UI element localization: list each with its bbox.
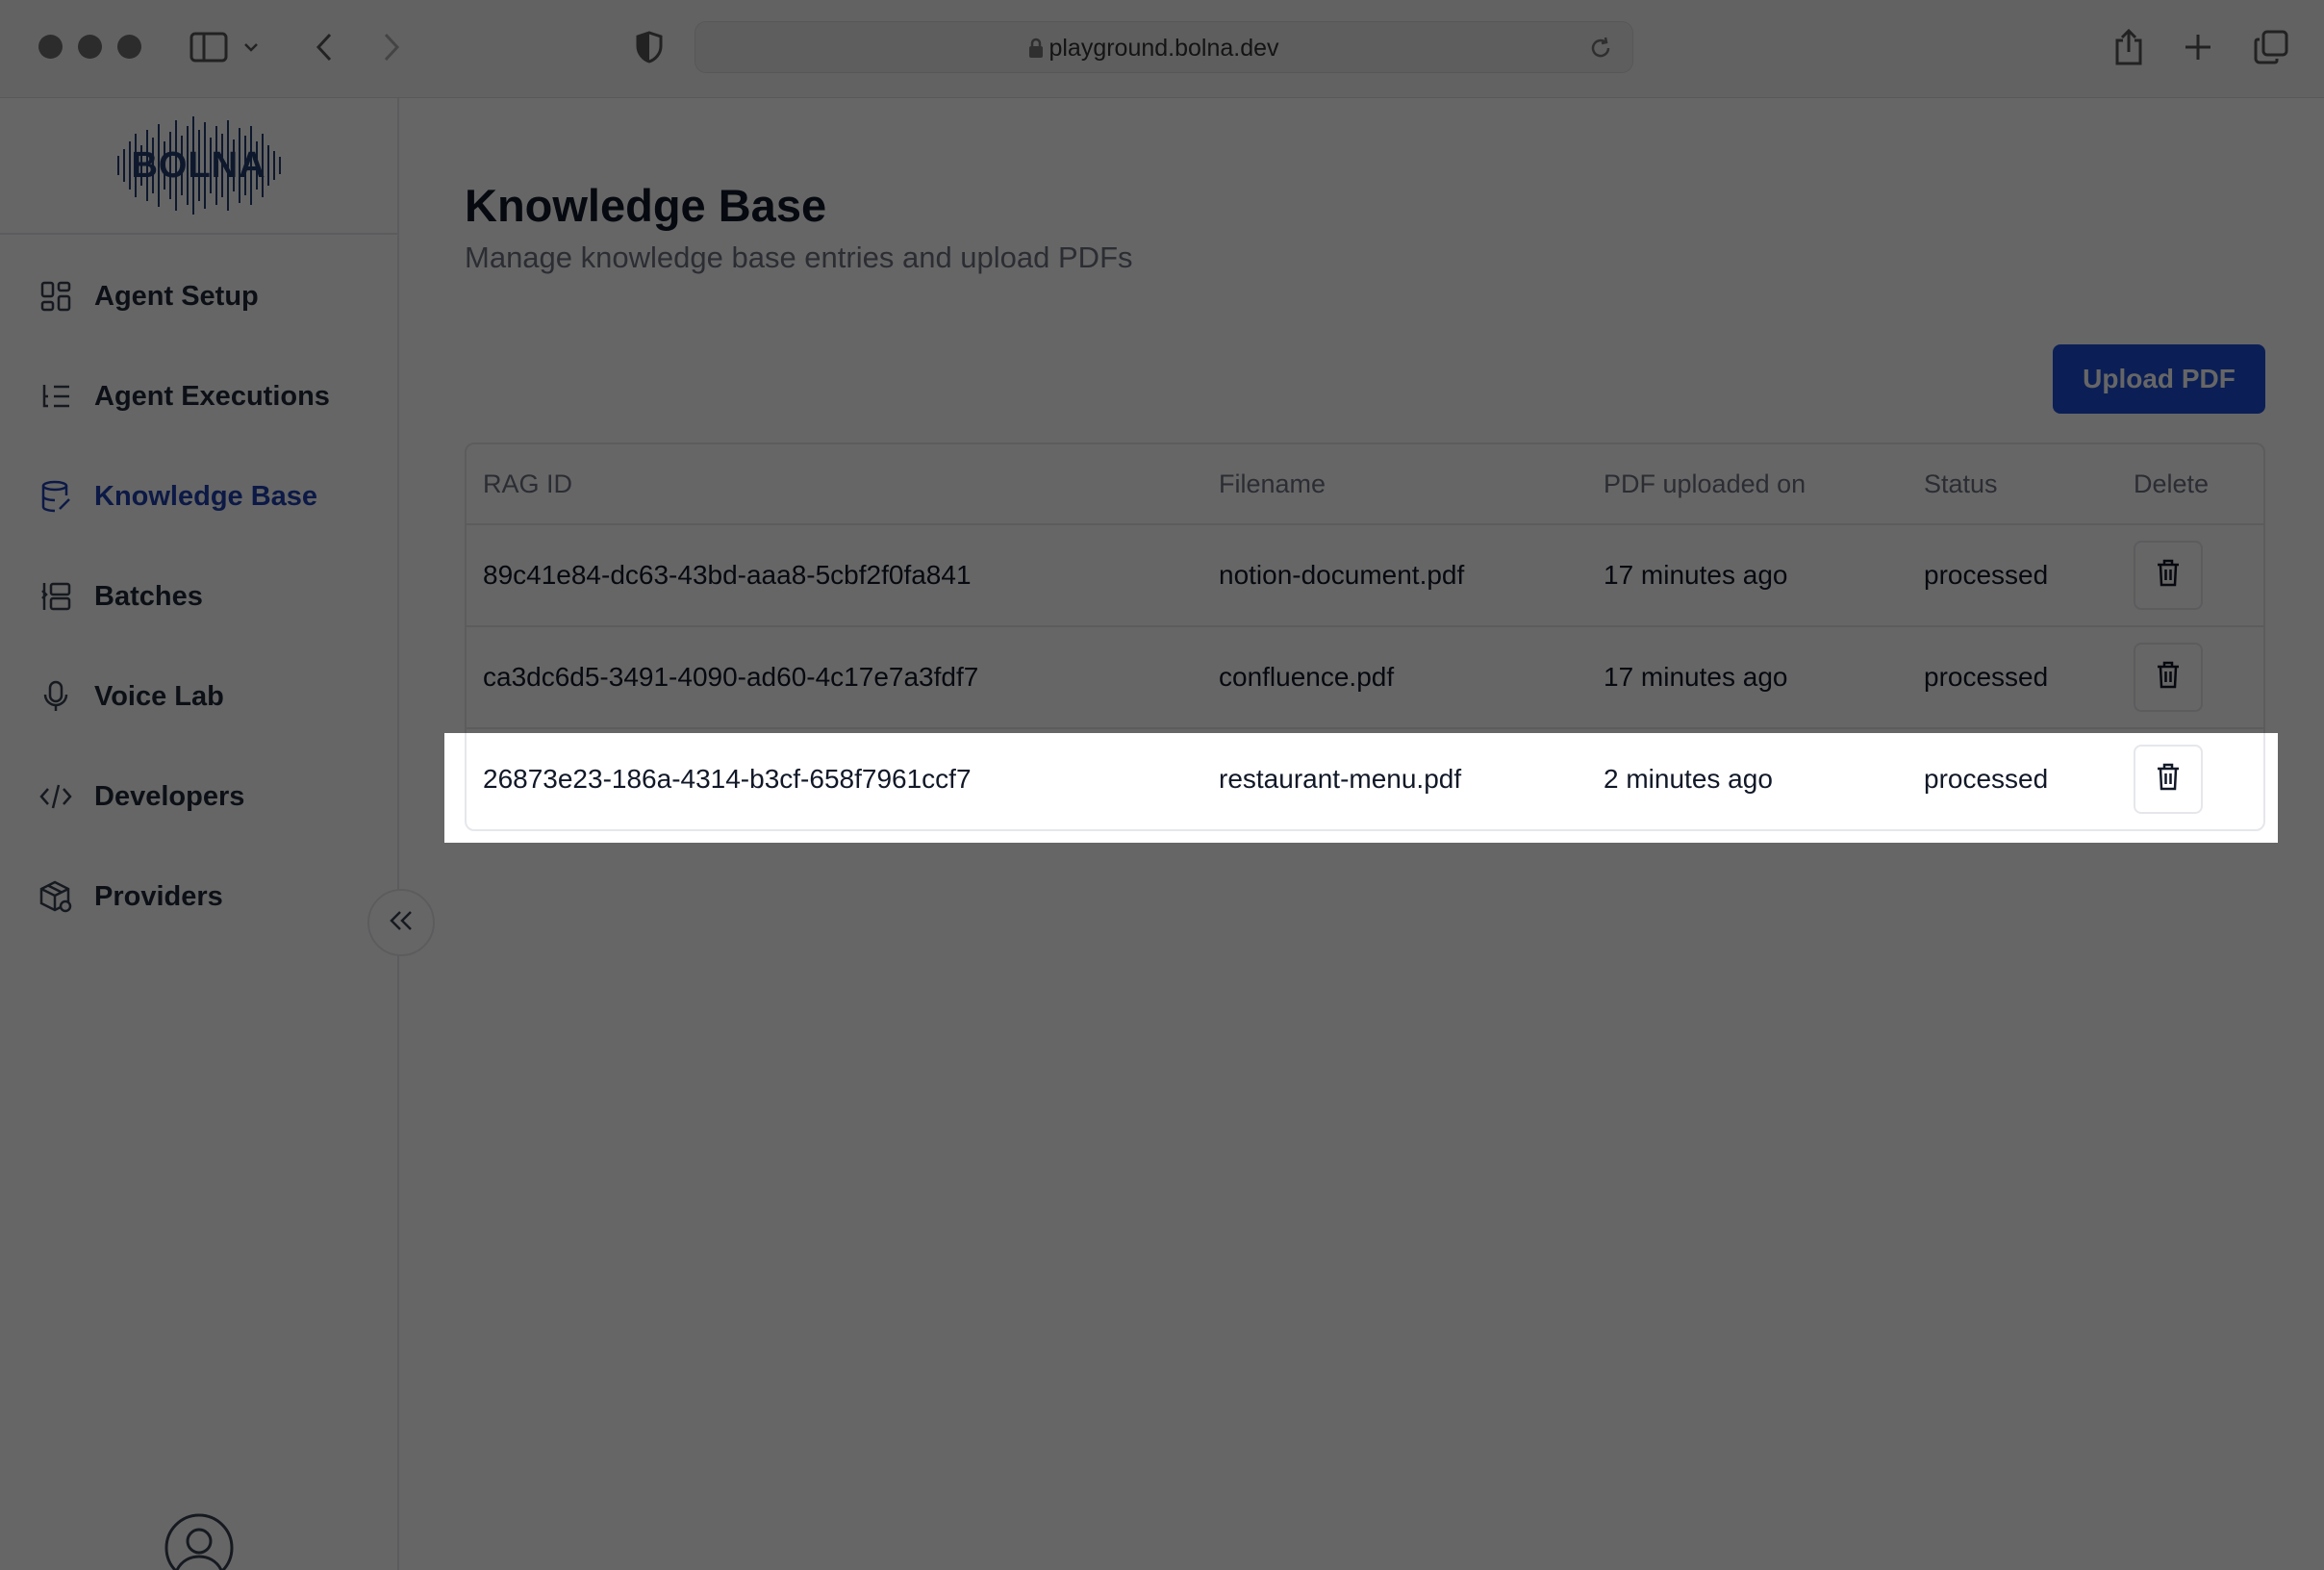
- browser-toolbar: playground.bolna.dev: [0, 0, 2324, 98]
- status-cell: processed: [1924, 764, 2049, 794]
- sidebar-item-voice-lab[interactable]: Voice Lab: [37, 668, 364, 725]
- sidebar-item-agent-setup[interactable]: Agent Setup: [37, 267, 364, 325]
- zoom-window-button[interactable]: [117, 35, 141, 59]
- page-subtitle: Manage knowledge base entries and upload…: [465, 241, 1133, 274]
- sidebar-item-label: Voice Lab: [94, 680, 224, 712]
- uploaded-on-cell: 17 minutes ago: [1604, 662, 1788, 692]
- sidebar-item-label: Providers: [94, 880, 223, 912]
- column-header: RAG ID: [483, 468, 573, 498]
- status-cell: processed: [1924, 662, 2049, 692]
- trash-icon: [2156, 762, 2181, 798]
- logo-text: BOLNA: [131, 145, 266, 186]
- column-header: Delete: [2134, 468, 2210, 498]
- url-text: playground.bolna.dev: [1048, 35, 1279, 62]
- uploaded-on-cell: 17 minutes ago: [1604, 560, 1788, 590]
- shield-icon[interactable]: [625, 23, 673, 71]
- new-tab-icon[interactable]: [2174, 23, 2222, 71]
- list-tree-icon: [37, 377, 75, 416]
- upload-pdf-button[interactable]: Upload PDF: [2053, 344, 2265, 414]
- delete-cell: [2134, 729, 2203, 829]
- address-bar[interactable]: playground.bolna.dev: [695, 21, 1633, 73]
- code-icon: [37, 777, 75, 816]
- dashboard-grid-icon: [37, 277, 75, 316]
- status-cell: processed: [1924, 560, 2049, 590]
- table-row: ca3dc6d5-3491-4090-ad60-4c17e7a3fdf7 con…: [467, 625, 2263, 727]
- filename-cell: restaurant-menu.pdf: [1219, 764, 1462, 794]
- bolna-logo[interactable]: BOLNA: [113, 113, 286, 218]
- table-header-row: RAG ID Filename PDF uploaded on Status D…: [467, 444, 2263, 523]
- sidebar-item-agent-executions[interactable]: Agent Executions: [37, 367, 364, 425]
- tab-overview-icon[interactable]: [2247, 23, 2295, 71]
- database-icon: [37, 477, 75, 516]
- column-header: PDF uploaded on: [1604, 468, 1806, 498]
- batches-icon: [37, 577, 75, 616]
- package-icon: [37, 877, 75, 916]
- back-icon[interactable]: [300, 23, 348, 71]
- delete-cell: [2134, 525, 2203, 625]
- app-root: BOLNA Agent Setup Agent Executions Knowl…: [0, 98, 2324, 1570]
- sidebar-toggle-icon[interactable]: [185, 23, 233, 71]
- user-avatar-icon[interactable]: [164, 1512, 235, 1570]
- sidebar: BOLNA Agent Setup Agent Executions Knowl…: [0, 98, 399, 1570]
- minimize-window-button[interactable]: [78, 35, 102, 59]
- trash-icon: [2156, 660, 2181, 696]
- filename-cell: confluence.pdf: [1219, 662, 1395, 692]
- table-row: 89c41e84-dc63-43bd-aaa8-5cbf2f0fa841 not…: [467, 523, 2263, 625]
- reload-icon[interactable]: [1588, 36, 1613, 65]
- collapse-sidebar-button[interactable]: [367, 889, 435, 956]
- knowledge-base-table: RAG ID Filename PDF uploaded on Status D…: [465, 443, 2265, 831]
- trash-icon: [2156, 558, 2181, 594]
- filename-cell: notion-document.pdf: [1219, 560, 1465, 590]
- rag-id-cell: 26873e23-186a-4314-b3cf-658f7961ccf7: [483, 764, 972, 794]
- sidebar-item-providers[interactable]: Providers: [37, 868, 364, 925]
- sidebar-item-knowledge-base[interactable]: Knowledge Base: [37, 468, 364, 525]
- uploaded-on-cell: 2 minutes ago: [1604, 764, 1773, 794]
- page-title: Knowledge Base: [465, 180, 827, 231]
- column-header: Status: [1924, 468, 1998, 498]
- sidebar-item-label: Agent Executions: [94, 380, 330, 412]
- rag-id-cell: ca3dc6d5-3491-4090-ad60-4c17e7a3fdf7: [483, 662, 979, 692]
- delete-cell: [2134, 627, 2203, 727]
- column-header: Filename: [1219, 468, 1326, 498]
- sidebar-item-developers[interactable]: Developers: [37, 768, 364, 825]
- sidebar-item-label: Batches: [94, 580, 203, 612]
- microphone-icon: [37, 677, 75, 716]
- table-row: 26873e23-186a-4314-b3cf-658f7961ccf7 res…: [467, 727, 2263, 829]
- sidebar-item-label: Agent Setup: [94, 280, 259, 312]
- delete-button[interactable]: [2134, 643, 2203, 712]
- sidebar-item-batches[interactable]: Batches: [37, 568, 364, 625]
- chevrons-left-icon: [389, 910, 414, 936]
- delete-button[interactable]: [2134, 745, 2203, 814]
- forward-icon[interactable]: [367, 23, 416, 71]
- chevron-down-icon[interactable]: [237, 23, 265, 71]
- close-window-button[interactable]: [38, 35, 63, 59]
- sidebar-item-label: Developers: [94, 780, 245, 812]
- sidebar-item-label: Knowledge Base: [94, 480, 318, 512]
- rag-id-cell: 89c41e84-dc63-43bd-aaa8-5cbf2f0fa841: [483, 560, 972, 590]
- delete-button[interactable]: [2134, 541, 2203, 610]
- main-content: Knowledge Base Manage knowledge base ent…: [401, 98, 2324, 1570]
- share-icon[interactable]: [2105, 23, 2153, 71]
- logo-area: BOLNA: [0, 98, 397, 235]
